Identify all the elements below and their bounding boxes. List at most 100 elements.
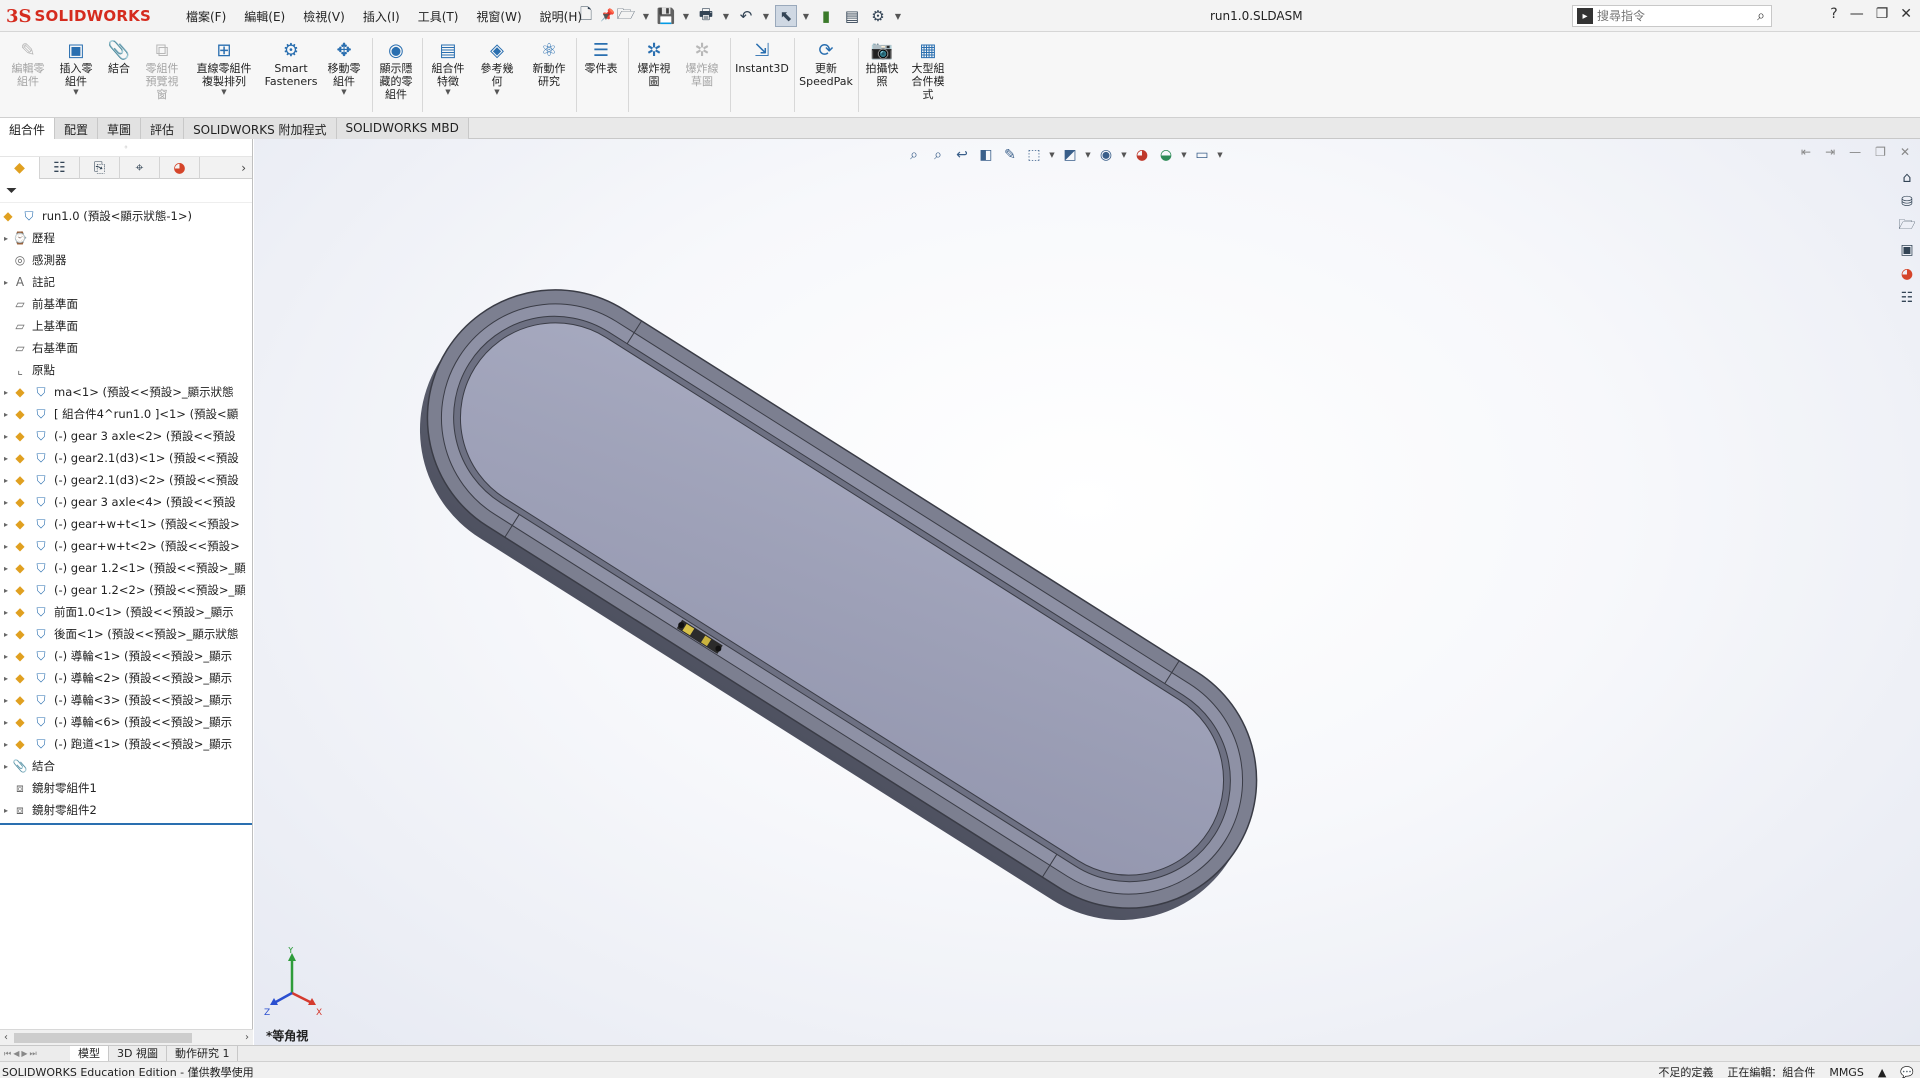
rebuild-traffic-light-icon[interactable]: ▮ [815, 5, 837, 27]
home-icon[interactable]: ⌂ [1896, 167, 1918, 189]
tree-filter[interactable]: ⏷ [0, 179, 252, 203]
new-document-icon[interactable]: 🗋 [575, 5, 597, 27]
tab-evaluate[interactable]: 評估 [141, 118, 185, 139]
expand-arrow-icon[interactable]: ▸ [0, 498, 12, 507]
tree-item[interactable]: ▸ ◆ ⛉ (-) 導輪<6> (預設<<預設>_顯示 [0, 711, 252, 733]
chevron-down-icon[interactable]: ▼ [801, 5, 811, 27]
display-manager-tab-icon[interactable]: ◕ [160, 156, 200, 179]
expand-arrow-icon[interactable]: ▸ [0, 234, 12, 243]
command-search[interactable]: ▸ ⌕ [1572, 5, 1772, 27]
tree-item[interactable]: ▸ ◆ ⛉ (-) gear 3 axle<4> (預設<<預設 [0, 491, 252, 513]
expand-arrow-icon[interactable]: ▸ [0, 432, 12, 441]
component-preview-button[interactable]: ⧉ 零組件 預覽視 窗 [140, 38, 184, 102]
tree-item[interactable]: ▸ ◆ ⛉ ma<1> (預設<<預設>_顯示狀態 [0, 381, 252, 403]
view-palette-icon[interactable]: ▣ [1896, 239, 1918, 261]
help-icon[interactable]: ? [1830, 6, 1837, 22]
menu-window[interactable]: 視窗(W) [468, 8, 529, 25]
explode-line-sketch-button[interactable]: ✲ 爆炸線 草圖 [680, 38, 724, 89]
tree-item[interactable]: ▸ ◆ ⛉ (-) gear 1.2<1> (預設<<預設>_顯 [0, 557, 252, 579]
last-tab-icon[interactable]: ⏭ [30, 1049, 37, 1059]
expand-arrow-icon[interactable]: ▸ [0, 520, 12, 529]
close-icon[interactable]: ✕ [1900, 145, 1910, 159]
prev-tab-icon[interactable]: ◀ [13, 1049, 19, 1059]
property-manager-tab-icon[interactable]: ☷ [40, 156, 80, 179]
file-properties-icon[interactable]: ▤ [841, 5, 863, 27]
close-icon[interactable]: ✕ [1900, 6, 1912, 22]
first-tab-icon[interactable]: ⏮ [4, 1049, 11, 1059]
chevron-down-icon[interactable]: ▼ [445, 88, 450, 96]
tree-item[interactable]: ▸ ⧈ 鏡射零組件2 [0, 799, 252, 821]
panel-grip-icon[interactable]: ◦ [0, 139, 252, 157]
tree-item[interactable]: ▸ ◆ ⛉ [ 組合件4^run1.0 ]<1> (預設<顯 [0, 403, 252, 425]
chevron-down-icon[interactable]: ▼ [221, 88, 226, 96]
new-motion-study-button[interactable]: ⚛ 新動作 研究 [526, 38, 572, 89]
tree-item[interactable]: ⧈ 鏡射零組件1 [0, 777, 252, 799]
expand-arrow-icon[interactable]: ▸ [0, 674, 12, 683]
expand-arrow-icon[interactable]: ▸ [0, 388, 12, 397]
appearances-icon[interactable]: ◕ [1896, 263, 1918, 285]
chevron-down-icon[interactable]: ▼ [893, 5, 903, 27]
expand-arrow-icon[interactable]: ▸ [0, 476, 12, 485]
chevron-down-icon[interactable]: ▼ [721, 5, 731, 27]
smart-fasteners-button[interactable]: ⚙ Smart Fasteners [262, 38, 320, 89]
tab-motion-study[interactable]: 動作研究 1 [167, 1045, 239, 1062]
tab-sketch[interactable]: 草圖 [98, 118, 142, 139]
tab-3d-views[interactable]: 3D 視圖 [109, 1045, 167, 1062]
tree-item[interactable]: ▸ ◆ ⛉ 前面1.0<1> (預設<<預設>_顯示 [0, 601, 252, 623]
tab-addins[interactable]: SOLIDWORKS 附加程式 [184, 118, 337, 139]
expand-arrow-icon[interactable]: ▸ [0, 542, 12, 551]
tree-item[interactable]: ▸ ◆ ⛉ (-) gear2.1(d3)<2> (預設<<預設 [0, 469, 252, 491]
tree-item[interactable]: ▸ A 註記 [0, 271, 252, 293]
restore-icon[interactable]: ❐ [1876, 6, 1889, 22]
exploded-view-button[interactable]: ✲ 爆炸視 圖 [632, 38, 676, 89]
tab-model[interactable]: 模型 [70, 1045, 109, 1062]
expand-arrow-icon[interactable]: ▸ [0, 586, 12, 595]
tree-item[interactable]: ▸ ◆ ⛉ (-) gear+w+t<1> (預設<<預設> [0, 513, 252, 535]
instant3d-button[interactable]: ⇲ Instant3D [734, 38, 790, 76]
design-library-icon[interactable]: ⛁ [1896, 191, 1918, 213]
linear-pattern-button[interactable]: ⊞ 直線零組件 複製排列 ▼ [188, 38, 260, 97]
configuration-manager-tab-icon[interactable]: ⎘ [80, 156, 120, 179]
assembly-features-button[interactable]: ▤ 組合件 特徵 ▼ [426, 38, 470, 97]
edit-component-button[interactable]: ✎ 編輯零 組件 [6, 38, 50, 89]
filter-icon[interactable]: ⏷ [6, 183, 17, 199]
dimxpert-tab-icon[interactable]: ⌖ [120, 156, 160, 179]
tree-item[interactable]: ▸ ◆ ⛉ (-) gear2.1(d3)<1> (預設<<預設 [0, 447, 252, 469]
tree-root[interactable]: ◆ ⛉ run1.0 (預設<顯示狀態-1>) [0, 205, 252, 227]
minimize-icon[interactable]: — [1850, 6, 1864, 22]
tree-item[interactable]: ▸ ◆ ⛉ 後面<1> (預設<<預設>_顯示狀態 [0, 623, 252, 645]
tree-item[interactable]: ▸ ◆ ⛉ (-) gear 1.2<2> (預設<<預設>_顯 [0, 579, 252, 601]
tree-item[interactable]: ▸ ◆ ⛉ (-) 導輪<1> (預設<<預設>_顯示 [0, 645, 252, 667]
chevron-down-icon[interactable]: ▼ [641, 5, 651, 27]
tree-item[interactable]: ▱ 右基準面 [0, 337, 252, 359]
next-tab-icon[interactable]: ▶ [21, 1049, 27, 1059]
chevron-down-icon[interactable]: ▼ [341, 88, 346, 96]
expand-arrow-icon[interactable]: ▸ [0, 278, 12, 287]
chevron-up-icon[interactable]: ▲ [1878, 1066, 1886, 1078]
expand-arrow-icon[interactable]: ▸ [0, 454, 12, 463]
save-icon[interactable]: 💾 [655, 5, 677, 27]
graphics-viewport[interactable]: ⌕ ⌕ ↩ ◧ ✎ ⬚ ▼ ◩ ▼ ◉ ▼ ◕ ◒ ▼ ▭ ▼ ⇤ ⇥ — ❐ … [254, 139, 1920, 1045]
expand-arrow-icon[interactable]: ▸ [0, 608, 12, 617]
mate-button[interactable]: 📎 結合 [102, 38, 136, 76]
search-mode-icon[interactable]: ▸ [1577, 8, 1593, 24]
tree-item[interactable]: ▸ 📎 結合 [0, 755, 252, 777]
update-speedpak-button[interactable]: ⟳ 更新 SpeedPak [798, 38, 854, 89]
expand-arrow-icon[interactable]: ▸ [0, 740, 12, 749]
expand-arrow-icon[interactable]: ▸ [0, 630, 12, 639]
reference-geometry-button[interactable]: ◈ 參考幾 何 ▼ [474, 38, 520, 97]
rollback-bar[interactable] [0, 823, 252, 825]
custom-properties-icon[interactable]: ☷ [1896, 287, 1918, 309]
tree-item[interactable]: ▱ 上基準面 [0, 315, 252, 337]
chevron-right-icon[interactable]: › [245, 1032, 249, 1043]
bill-of-materials-button[interactable]: ☰ 零件表 [580, 38, 622, 76]
expand-arrow-icon[interactable]: ▸ [0, 806, 12, 815]
move-component-button[interactable]: ✥ 移動零 組件 ▼ [322, 38, 366, 97]
large-assembly-mode-button[interactable]: ▦ 大型組 合件模 式 [906, 38, 950, 102]
chevron-left-icon[interactable]: ‹ [4, 1032, 8, 1043]
show-hidden-components-button[interactable]: ◉ 顯示隱 藏的零 組件 [376, 38, 416, 102]
chevron-down-icon[interactable]: ▼ [761, 5, 771, 27]
search-icon[interactable]: ⌕ [1757, 8, 1765, 24]
open-folder-icon[interactable]: 🗁 [615, 5, 637, 27]
expand-arrow-icon[interactable]: ▸ [0, 410, 12, 419]
